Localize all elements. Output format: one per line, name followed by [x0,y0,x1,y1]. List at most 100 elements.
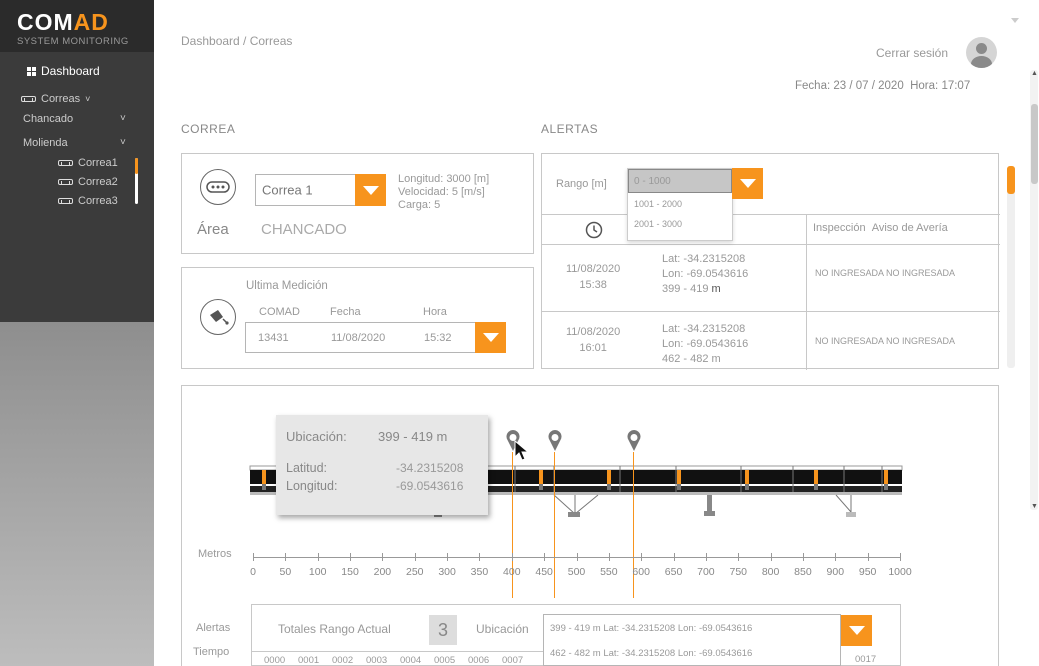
correa-info: Longitud: 3000 [m] Velocidad: 5 [m/s] Carg… [398,173,490,211]
tiempo-label: Tiempo [193,646,230,658]
conveyor-icon [58,198,73,204]
axis-tick [253,553,254,561]
axis-tick-label: 600 [632,566,650,578]
axis-tick-label: 400 [503,566,521,578]
alert-row-1-datetime: 11/08/2020 15:38 [566,263,621,291]
axis-tick-label: 1000 [888,566,912,578]
sidebar-item-correas[interactable]: Correas ˅ [21,93,90,105]
rango-option[interactable]: 2001 - 3000 [634,219,682,229]
correa-select-button[interactable] [355,174,386,206]
totales-value: 3 [429,615,457,645]
axis-tick [705,553,707,561]
col-inspeccion[interactable]: Inspección Aviso de Avería [813,222,948,234]
time-cell: 0001 [298,655,320,666]
rango-label: Rango [m] [556,178,607,190]
alertas-section-title: ALERTAS [541,122,599,136]
sidebar-item-correa3[interactable]: Correa3 [58,195,118,207]
time-cell: 0004 [400,655,422,666]
conveyor-icon [21,96,36,102]
ubicacion-select-button[interactable] [841,615,872,646]
sidebar-item-correa1[interactable]: Correa1 [58,157,118,169]
ubicacion-select[interactable]: 399 - 419 m Lat: -34.2315208 Lon: -69.05… [543,614,841,666]
logout-link[interactable]: Cerrar sesión [876,46,948,60]
location-pin-icon[interactable] [626,430,642,452]
axis-tick-label: 200 [373,566,392,578]
axis-tick-label: 900 [826,566,845,578]
axis-tick [770,553,772,561]
axis-tick [608,553,610,561]
sidebar-item-dashboard[interactable]: Dashboard [27,64,100,78]
area-label: Área [197,221,229,238]
sidebar-scrollbar-thumb[interactable] [135,158,138,174]
axis-tick-label: 550 [600,566,618,578]
sensor-icon [200,299,236,335]
axis-tick-label: 700 [697,566,715,578]
scroll-down-icon[interactable]: ▼ [1031,503,1038,510]
page-scrollbar-thumb[interactable] [1031,104,1038,184]
conveyor-belt-icon [200,169,236,205]
brand-area: COMAD SYSTEM MONITORING [0,0,154,52]
clock-icon [585,221,603,242]
alertas-scrollbar-thumb[interactable] [1007,166,1015,194]
axis-tick-label: 950 [858,566,877,578]
time-cell: 0006 [468,655,490,666]
alert-row-2-location: Lat: -34.2315208 Lon: -69.0543616 462 - 4… [662,323,749,365]
medicion-title: Ultima Medición [246,280,328,292]
date-time: Fecha: 23 / 07 / 2020 Hora: 17:07 [795,80,971,92]
axis-tick [867,553,869,561]
axis-tick-label: 500 [567,566,586,578]
alert-row-2-datetime: 11/08/2020 16:01 [566,326,621,354]
scroll-up-icon[interactable]: ▲ [1031,70,1038,77]
axis-tick [835,553,837,561]
axis-tick-label: 800 [761,566,780,578]
axis-tick [350,553,352,561]
time-cell: 0017 [855,654,877,665]
axis-tick [738,553,740,561]
alert-row-2-status: NO INGRESADA NO INGRESADA [815,336,956,346]
axis-tick-label: 850 [794,566,812,578]
axis-tick-label: 750 [729,566,748,578]
alert-row-1-location: Lat: -34.2315208 Lon: -69.0543616 399 - 4… [662,253,749,295]
axis-tick [285,553,287,561]
axis-tick [511,553,513,561]
axis-tick-label: 100 [308,566,327,578]
time-cell: 0007 [502,655,524,666]
location-pin-icon[interactable] [547,430,563,452]
axis-tick [479,553,481,561]
axis-tick [317,553,319,561]
sidebar-item-chancado[interactable]: Chancado [23,113,73,125]
time-cell: 0000 [264,655,286,666]
medicion-select[interactable]: 13431 11/08/2020 15:32 [245,322,479,353]
caret-down-icon[interactable] [1011,18,1019,23]
area-value: CHANCADO [261,221,347,238]
alertas-panel: Rango [m] Inspección Aviso de Avería 11/… [541,153,1000,370]
medicion-header-fecha: Fecha [330,306,361,318]
medicion-select-button[interactable] [475,322,506,353]
sidebar: COMAD SYSTEM MONITORING Dashboard Correa… [0,0,154,666]
sidebar-item-molienda[interactable]: Molienda [23,137,68,149]
rango-dropdown-list[interactable]: 0 - 1000 1001 - 2000 2001 - 3000 [627,168,733,241]
time-cell: 0003 [366,655,388,666]
chevron-down-icon[interactable]: ˅ [120,113,126,124]
axis-tick [447,553,449,561]
alertas-scrollbar[interactable] [1007,166,1015,368]
breadcrumb[interactable]: Dashboard / Correas [181,34,292,48]
axis-tick-label: 50 [279,566,292,578]
axis-tick [802,553,804,561]
conveyor-icon [58,179,73,185]
sidebar-item-correa2[interactable]: Correa2 [58,176,118,188]
chevron-down-icon[interactable]: ˅ [120,137,126,148]
rango-option[interactable]: 1001 - 2000 [634,199,682,209]
axis-tick [900,553,901,561]
axis-tick [414,553,416,561]
avatar[interactable] [966,37,997,68]
axis-tick-label: 300 [438,566,456,578]
correa-panel: Correa 1 Longitud: 3000 [m] Velocidad: 5 … [181,153,534,254]
alert-marker-line [554,452,555,598]
time-cell: 0002 [332,655,354,666]
rango-select-button[interactable] [732,168,763,199]
axis-tick [673,553,675,561]
axis-tick [641,553,643,561]
axis-tick-label: 450 [535,566,553,578]
axis-tick-label: 650 [664,566,683,578]
